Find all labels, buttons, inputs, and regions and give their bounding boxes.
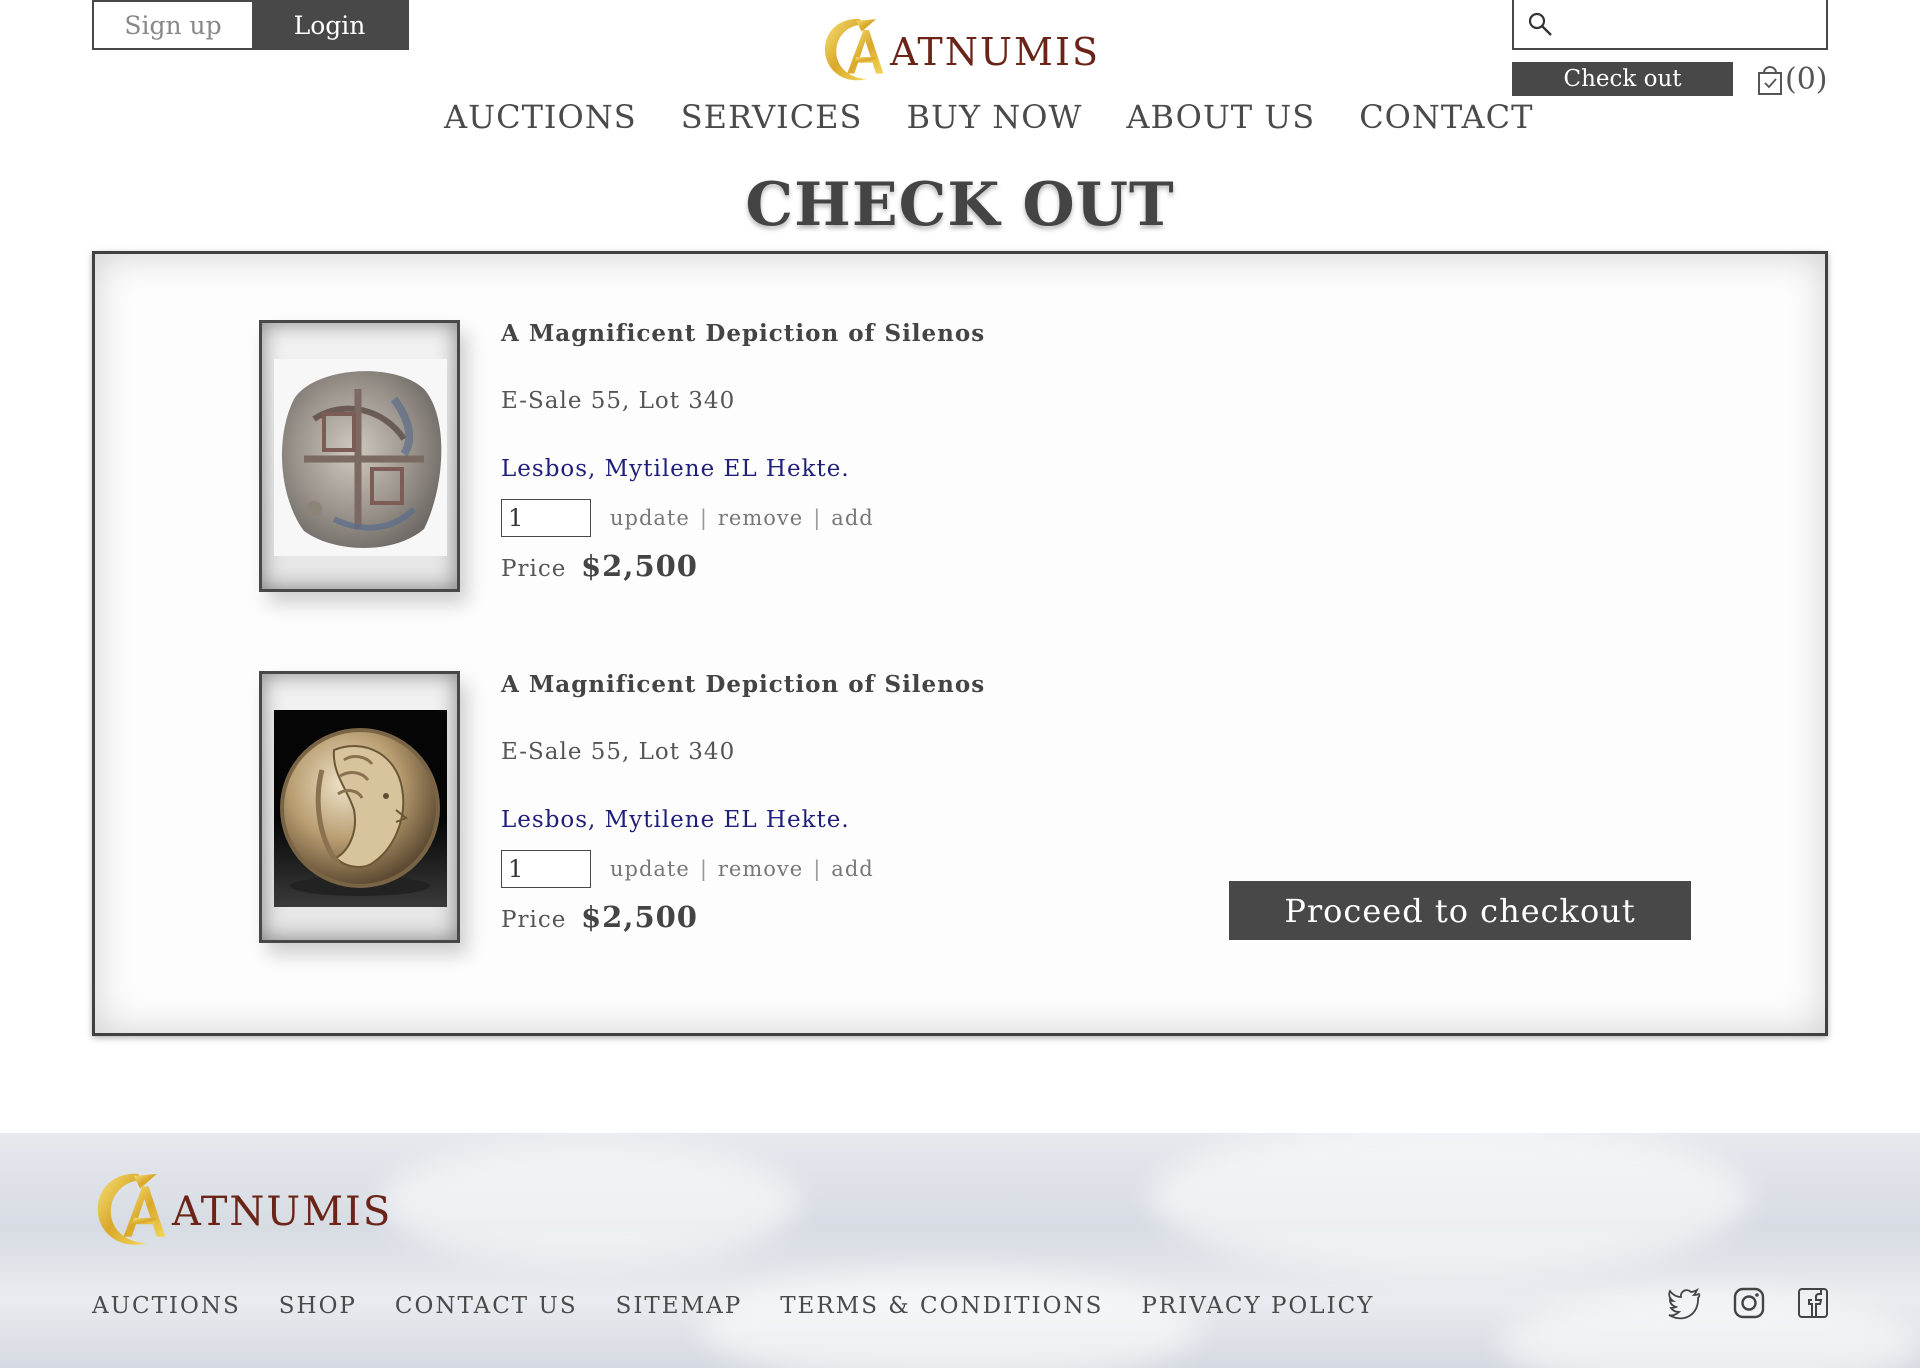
separator: | — [699, 857, 708, 881]
item-actions: update | remove | add — [610, 857, 874, 881]
signup-button[interactable]: Sign up — [94, 2, 252, 48]
footer-link-shop[interactable]: SHOP — [279, 1293, 357, 1319]
cart-link[interactable]: (0) — [1755, 58, 1828, 100]
update-link[interactable]: update — [610, 857, 690, 881]
search-bar — [1512, 0, 1828, 50]
update-link[interactable]: update — [610, 506, 690, 530]
nav-contact[interactable]: CONTACT — [1359, 98, 1533, 136]
footer-link-terms[interactable]: TERMS & CONDITIONS — [780, 1293, 1103, 1319]
cloud-decoration — [380, 1143, 800, 1263]
cloud-decoration — [1150, 1133, 1750, 1273]
price-label: Price — [501, 556, 567, 582]
logo-mark-icon — [824, 18, 884, 81]
item-name: A Magnificent Depiction of Silenos — [501, 320, 986, 347]
separator: | — [699, 506, 708, 530]
footer-logo[interactable]: ATNUMIS — [92, 1166, 412, 1251]
item-name: A Magnificent Depiction of Silenos — [501, 671, 986, 698]
shopping-bag-icon — [1758, 66, 1782, 95]
page-title: CHECK OUT — [745, 170, 1175, 240]
nav-services[interactable]: SERVICES — [681, 98, 863, 136]
item-image[interactable] — [274, 359, 447, 556]
item-lot: E-Sale 55, Lot 340 — [501, 388, 736, 414]
cart-item: A Magnificent Depiction of Silenos E-Sal… — [259, 671, 1159, 946]
item-image[interactable] — [274, 710, 447, 907]
remove-link[interactable]: remove — [718, 506, 803, 530]
item-price: $2,500 — [581, 549, 698, 583]
item-lot: E-Sale 55, Lot 340 — [501, 739, 736, 765]
cart-item: A Magnificent Depiction of Silenos E-Sal… — [259, 320, 1159, 595]
item-link[interactable]: Lesbos, Mytilene EL Hekte. — [501, 807, 850, 833]
item-image-frame — [259, 320, 460, 592]
nav-buy-now[interactable]: BUY NOW — [906, 98, 1082, 136]
separator: | — [813, 857, 822, 881]
proceed-to-checkout-button[interactable]: Proceed to checkout — [1229, 881, 1691, 940]
item-actions: update | remove | add — [610, 506, 874, 530]
silver-cob-coin-icon — [281, 371, 442, 548]
auth-buttons: Sign up Login — [92, 0, 409, 50]
twitter-icon[interactable] — [1668, 1286, 1702, 1320]
item-price: $2,500 — [581, 900, 698, 934]
cloud-decoration — [700, 1273, 1200, 1368]
footer-link-sitemap[interactable]: SITEMAP — [616, 1293, 743, 1319]
nav-auctions[interactable]: AUCTIONS — [444, 98, 637, 136]
add-link[interactable]: add — [831, 857, 873, 881]
social-links — [1668, 1286, 1830, 1320]
footer-nav: AUCTIONS SHOP CONTACT US SITEMAP TERMS &… — [92, 1293, 1374, 1319]
nav-about-us[interactable]: ABOUT US — [1126, 98, 1315, 136]
facebook-icon[interactable] — [1796, 1286, 1830, 1320]
herakles-head-coin-icon — [280, 728, 440, 896]
add-link[interactable]: add — [831, 506, 873, 530]
checkout-button[interactable]: Check out — [1512, 62, 1733, 96]
footer-brand-name: ATNUMIS — [172, 1188, 393, 1235]
price-label: Price — [501, 907, 567, 933]
main-nav: AUCTIONS SERVICES BUY NOW ABOUT US CONTA… — [444, 98, 1533, 136]
logo-mark-icon — [97, 1173, 166, 1245]
brand-name: ATNUMIS — [890, 30, 1100, 74]
quantity-input[interactable] — [501, 499, 591, 537]
brand-logo[interactable]: ATNUMIS — [820, 10, 1100, 88]
remove-link[interactable]: remove — [718, 857, 803, 881]
search-icon[interactable] — [1526, 10, 1554, 38]
footer: ATNUMIS AUCTIONS SHOP CONTACT US SITEMAP… — [0, 1133, 1920, 1368]
footer-link-contact-us[interactable]: CONTACT US — [395, 1293, 578, 1319]
login-button[interactable]: Login — [252, 2, 407, 48]
footer-link-privacy[interactable]: PRIVACY POLICY — [1141, 1293, 1374, 1319]
separator: | — [813, 506, 822, 530]
quantity-input[interactable] — [501, 850, 591, 888]
search-input[interactable] — [1560, 4, 1826, 44]
instagram-icon[interactable] — [1732, 1286, 1766, 1320]
cart-panel: A Magnificent Depiction of Silenos E-Sal… — [92, 251, 1828, 1036]
item-link[interactable]: Lesbos, Mytilene EL Hekte. — [501, 456, 850, 482]
cart-count: (0) — [1785, 61, 1828, 97]
item-image-frame — [259, 671, 460, 943]
footer-link-auctions[interactable]: AUCTIONS — [92, 1293, 241, 1319]
